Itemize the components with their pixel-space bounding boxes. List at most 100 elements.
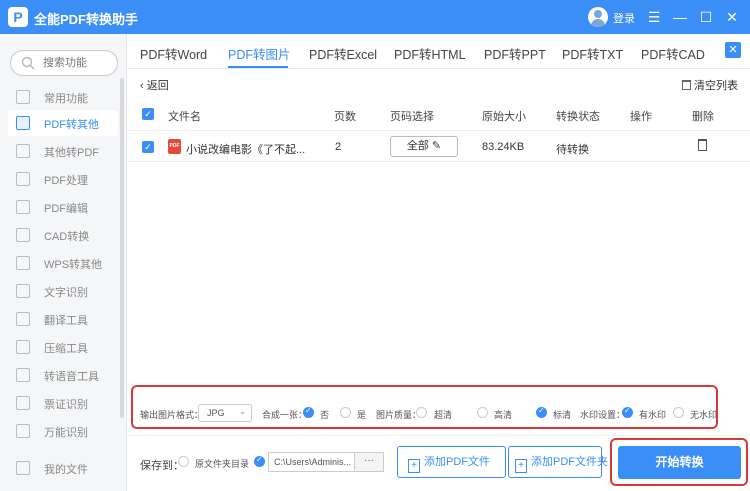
format-value: JPG [207, 408, 225, 418]
ticket-icon [16, 396, 30, 410]
minimize-icon[interactable]: — [670, 7, 690, 27]
sidebar-item-label: 翻译工具 [44, 315, 88, 327]
sidebar-item-wps[interactable]: WPS转其他 [8, 250, 118, 276]
header-delete: 删除 [692, 111, 714, 123]
select-all-checkbox[interactable]: ✓ [142, 108, 154, 120]
tab-pdf-to-ppt[interactable]: PDF转PPT [484, 44, 546, 63]
page-select-button[interactable]: 全部 ✎ [390, 136, 458, 157]
quality-standard-radio[interactable] [536, 406, 547, 418]
merge-no-radio[interactable] [303, 406, 314, 418]
tab-pdf-to-word[interactable]: PDF转Word [140, 44, 207, 63]
add-folder-label: 添加PDF文件夹 [531, 456, 608, 468]
sidebar-item-pdf-process[interactable]: PDF处理 [8, 166, 118, 192]
tab-pdf-to-cad[interactable]: PDF转CAD [641, 44, 705, 63]
back-button[interactable]: ‹ 返回 [140, 77, 169, 93]
header-status: 转换状态 [556, 111, 600, 123]
add-pdf-file-button[interactable]: + 添加PDF文件 [397, 446, 506, 478]
source-dir-radio[interactable] [178, 456, 189, 467]
search-input[interactable] [43, 55, 113, 71]
tab-pdf-to-html[interactable]: PDF转HTML [394, 44, 466, 63]
maximize-icon[interactable]: ☐ [696, 7, 716, 27]
sidebar-item-label: 常用功能 [44, 93, 88, 105]
quality-standard-label: 标清 [553, 410, 572, 420]
sidebar-item-compress[interactable]: 压缩工具 [8, 334, 118, 360]
sidebar-item-ticket[interactable]: 票证识别 [8, 390, 118, 416]
sidebar-item-label: 压缩工具 [44, 343, 88, 355]
ocr-icon [16, 284, 30, 298]
format-select[interactable]: JPG ⌄ [198, 404, 252, 422]
table-header: ✓ 文件名 页数 页码选择 原始大小 转换状态 操作 删除 [128, 100, 750, 128]
start-convert-button[interactable]: 开始转换 [618, 446, 741, 479]
sidebar: 常用功能 PDF转其他 其他转PDF PDF处理 PDF编辑 CAD转换 WPS… [0, 34, 127, 491]
delete-icon[interactable] [698, 139, 707, 151]
pdf-process-icon [16, 172, 30, 186]
table-row: ✓ PDF 小说改编电影《了不起... 2 全部 ✎ 83.24KB 待转换 [128, 130, 750, 162]
sidebar-item-tts[interactable]: 转语音工具 [8, 362, 118, 388]
quality-high-label: 高清 [494, 410, 513, 420]
tab-pdf-to-excel[interactable]: PDF转Excel [309, 44, 377, 63]
search-box[interactable] [10, 50, 118, 76]
active-tab-indicator [228, 66, 288, 68]
format-label: 输出图片格式： [140, 410, 204, 420]
sidebar-item-ocr[interactable]: 文字识别 [8, 278, 118, 304]
sidebar-item-label: 转语音工具 [44, 371, 99, 383]
custom-dir-radio[interactable] [254, 455, 265, 467]
close-icon[interactable]: ✕ [722, 7, 742, 27]
menu-icon[interactable]: ☰ [644, 7, 664, 27]
sidebar-scrollbar[interactable] [120, 78, 124, 418]
merge-no-label: 否 [320, 410, 330, 420]
watermark-label: 水印设置： [580, 410, 626, 420]
output-path-input[interactable] [268, 452, 354, 472]
sidebar-item-label: PDF处理 [44, 175, 88, 187]
sidebar-item-translate[interactable]: 翻译工具 [8, 306, 118, 332]
convert-status: 待转换 [556, 144, 589, 156]
login-button[interactable]: 登录 [613, 10, 635, 26]
watermark-off-radio[interactable] [673, 407, 684, 418]
tab-pdf-to-image[interactable]: PDF转图片 [228, 44, 291, 63]
back-label: 返回 [146, 80, 169, 92]
page-select-label: 全部 [406, 140, 429, 152]
pdf-file-icon: PDF [168, 139, 181, 154]
header-action: 操作 [630, 111, 652, 123]
wps-icon [16, 256, 30, 270]
title-bar: P 全能PDF转换助手 登录 ☰ — ☐ ✕ [0, 0, 750, 34]
sidebar-item-pdf-edit[interactable]: PDF编辑 [8, 194, 118, 220]
sidebar-item-label: 票证识别 [44, 399, 88, 411]
row-checkbox[interactable]: ✓ [142, 141, 154, 153]
edit-icon: ✎ [431, 140, 442, 152]
add-pdf-folder-button[interactable]: + 添加PDF文件夹 [508, 446, 608, 478]
add-file-icon: + [408, 459, 420, 473]
user-avatar[interactable] [588, 7, 608, 27]
tab-pdf-to-txt[interactable]: PDF转TXT [562, 44, 623, 63]
search-icon [21, 56, 35, 70]
sidebar-item-other-to-pdf[interactable]: 其他转PDF [8, 138, 118, 164]
close-panel-icon[interactable]: ✕ [725, 42, 741, 58]
sidebar-item-universal[interactable]: 万能识别 [8, 418, 118, 444]
merge-yes-radio[interactable] [340, 407, 351, 418]
merge-label: 合成一张： [262, 410, 308, 420]
speech-icon [16, 368, 30, 382]
clear-list-button[interactable]: 清空列表 [682, 77, 738, 93]
browse-button[interactable]: ··· [354, 452, 384, 472]
quality-ultra-radio[interactable] [416, 407, 427, 418]
clear-list-label: 清空列表 [694, 80, 738, 92]
watermark-on-radio[interactable] [622, 406, 633, 418]
quality-high-radio[interactable] [477, 407, 488, 418]
merge-yes-label: 是 [357, 410, 367, 420]
app-title: 全能PDF转换助手 [34, 12, 139, 27]
pdf-to-other-icon [16, 116, 30, 130]
add-file-label: 添加PDF文件 [424, 456, 490, 468]
quality-label: 图片质量： [376, 410, 422, 420]
sidebar-item-my-files[interactable]: 我的文件 [8, 455, 118, 481]
cad-icon [16, 228, 30, 242]
pdf-edit-icon [16, 200, 30, 214]
other-to-pdf-icon [16, 144, 30, 158]
sidebar-item-pdf-to-other[interactable]: PDF转其他 [8, 110, 118, 136]
header-page-select: 页码选择 [390, 111, 434, 123]
header-original-size: 原始大小 [482, 111, 526, 123]
file-size: 83.24KB [482, 141, 525, 153]
sidebar-item-common[interactable]: 常用功能 [8, 84, 118, 110]
page-count: 2 [335, 141, 342, 153]
sidebar-item-label: WPS转其他 [44, 259, 103, 271]
sidebar-item-cad[interactable]: CAD转换 [8, 222, 118, 248]
